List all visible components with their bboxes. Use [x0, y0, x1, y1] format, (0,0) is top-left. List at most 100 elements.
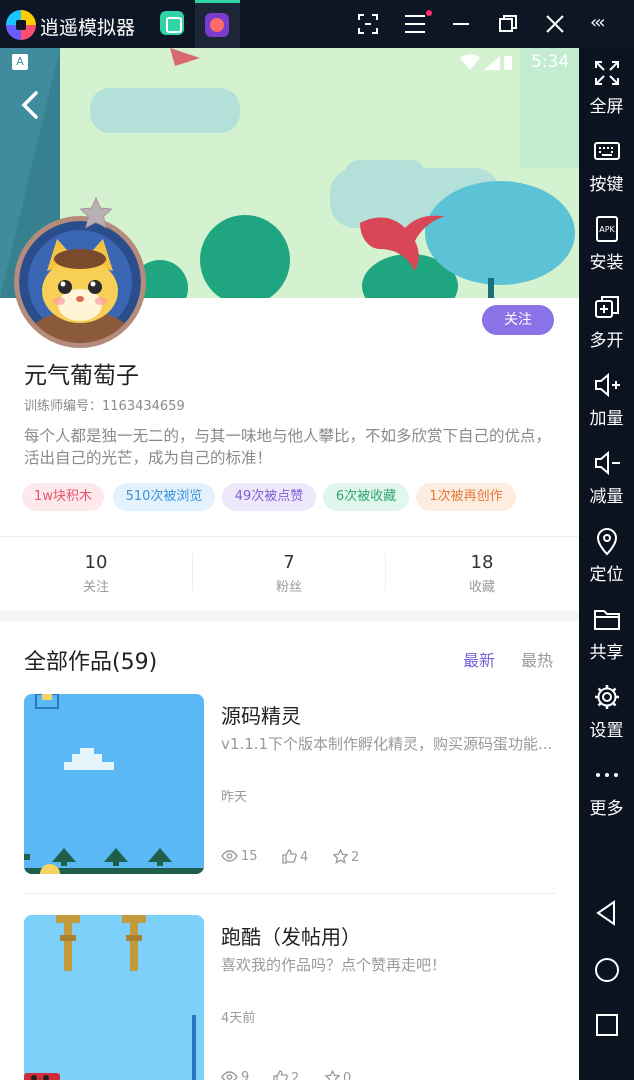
stat-label: 粉丝 [275, 580, 302, 595]
android-recents-button[interactable] [579, 1010, 634, 1040]
profile-name: 元气葡萄子 [24, 363, 139, 389]
home-tab-icon[interactable] [160, 11, 184, 35]
work-date: 4天前 [221, 1011, 256, 1026]
views-value: 15 [241, 849, 258, 864]
sidebar-label: 加量 [589, 409, 624, 429]
screenshot-icon [358, 14, 378, 34]
profile-bio: 每个人都是独一无二的，与其一味地与他人攀比，不如多欣赏下自己的优点，活出自己的光… [24, 427, 552, 467]
keyboard-icon [593, 142, 620, 160]
views-count: 15 [221, 849, 258, 864]
emulator-sidebar: 全屏 按键 APK 安装 多开 加量 减量 定位 共享 设置 更多 [579, 48, 634, 1080]
thumbs-up-icon [282, 849, 297, 864]
star-icon [324, 1069, 341, 1080]
views-value: 9 [241, 1070, 250, 1080]
phone-screen: A 5:34 关注 元气葡萄子 训练师编号：1163434659 每个人都是独一… [0, 48, 579, 1080]
work-thumbnail [24, 694, 204, 874]
tag-blocks: 1w块积木 [22, 483, 104, 511]
android-home-button[interactable] [579, 955, 634, 985]
stat-following[interactable]: 10 关注 [0, 552, 192, 595]
stat-label: 关注 [82, 580, 109, 595]
favorites-value: 2 [351, 850, 360, 865]
divider [0, 536, 579, 537]
apk-badge: A [12, 54, 28, 70]
android-status-bar: A 5:34 [0, 48, 579, 78]
emulator-title: 逍遥模拟器 [40, 17, 136, 39]
sidebar-label: 多开 [589, 331, 624, 351]
fullscreen-icon [594, 61, 619, 85]
tag-remix: 1次被再创作 [416, 483, 516, 511]
gear-icon [594, 685, 619, 709]
star-badge-icon [79, 196, 113, 229]
sidebar-item-volume-down[interactable]: 减量 [579, 448, 634, 507]
location-icon [596, 528, 617, 556]
emulator-titlebar: 逍遥模拟器 ‹‹‹ [0, 0, 634, 48]
android-back-button[interactable] [579, 898, 634, 928]
restore-button[interactable] [493, 10, 523, 38]
work-title: 跑酷（发帖用） [221, 925, 361, 949]
sidebar-item-install[interactable]: APK 安装 [579, 214, 634, 273]
sidebar-item-settings[interactable]: 设置 [579, 682, 634, 741]
likes-count: 2 [273, 1070, 299, 1080]
app-tab-icon [205, 13, 229, 37]
stat-value: 18 [470, 552, 494, 573]
work-thumbnail [24, 915, 204, 1080]
minimize-button[interactable] [446, 10, 476, 38]
sidebar-item-more[interactable]: 更多 [579, 760, 634, 819]
volume-down-icon [594, 450, 620, 476]
stat-favorites[interactable]: 18 收藏 [386, 552, 578, 595]
sidebar-item-multi[interactable]: 多开 [579, 292, 634, 351]
sidebar-label: 更多 [589, 799, 624, 819]
tag-views: 510次被浏览 [113, 483, 215, 511]
trainer-id: 训练师编号：1163434659 [24, 399, 185, 414]
avatar[interactable] [14, 216, 146, 348]
sidebar-item-keyboard[interactable]: 按键 [579, 136, 634, 195]
likes-count: 4 [282, 849, 308, 865]
likes-value: 4 [300, 850, 309, 865]
work-title: 源码精灵 [221, 704, 301, 728]
likes-value: 2 [291, 1071, 300, 1080]
work-divider [24, 893, 556, 894]
sidebar-expand-button[interactable]: ‹‹‹ [590, 12, 630, 36]
back-arrow-icon[interactable] [16, 90, 46, 120]
section-gap [0, 610, 579, 622]
notification-dot [426, 10, 432, 16]
pixel-game-thumbnail [24, 915, 204, 1080]
stat-label: 收藏 [468, 580, 495, 595]
sidebar-label: 共享 [589, 643, 624, 663]
tag-likes: 49次被点赞 [222, 483, 316, 511]
work-description: 喜欢我的作品吗？点个赞再走吧！ [221, 956, 447, 974]
status-time: 5:34 [531, 52, 570, 72]
signal-battery-icons [460, 54, 512, 70]
sidebar-label: 全屏 [589, 97, 624, 117]
recents-square-icon [595, 1014, 618, 1036]
favorites-value: 0 [343, 1071, 352, 1080]
sidebar-item-share[interactable]: 共享 [579, 604, 634, 663]
sidebar-label: 按键 [589, 175, 624, 195]
thumbs-up-icon [273, 1070, 288, 1080]
sidebar-item-location[interactable]: 定位 [579, 526, 634, 585]
app-tab-active[interactable] [195, 0, 240, 48]
stat-value: 7 [283, 552, 295, 573]
work-description: v1.1.1下个版本制作孵化精灵，购买源码蛋功能... [221, 735, 553, 753]
work-card[interactable]: 跑酷（发帖用） 喜欢我的作品吗？点个赞再走吧！ 4天前 9 2 0 [24, 915, 556, 1080]
close-icon [546, 15, 564, 33]
sidebar-label: 减量 [589, 487, 624, 507]
star-icon [332, 848, 349, 864]
works-section-title: 全部作品(59) [24, 650, 158, 675]
multi-instance-icon [594, 296, 619, 318]
work-card[interactable]: 源码精灵 v1.1.1下个版本制作孵化精灵，购买源码蛋功能... 昨天 15 4… [24, 694, 556, 874]
sidebar-item-fullscreen[interactable]: 全屏 [579, 58, 634, 117]
close-button[interactable] [540, 10, 570, 38]
views-count: 9 [221, 1070, 249, 1080]
stat-followers[interactable]: 7 粉丝 [193, 552, 385, 595]
sort-latest-tab[interactable]: 最新 [463, 647, 495, 671]
apk-icon: APK [595, 216, 618, 242]
tag-favorites: 6次被收藏 [323, 483, 409, 511]
sort-hot-tab[interactable]: 最热 [521, 647, 553, 671]
sidebar-item-volume-up[interactable]: 加量 [579, 370, 634, 429]
favorites-count: 0 [324, 1069, 352, 1080]
screenshot-button[interactable] [353, 10, 383, 38]
svg-text:APK: APK [599, 225, 615, 234]
work-date: 昨天 [221, 790, 248, 805]
follow-button[interactable]: 关注 [482, 305, 554, 335]
